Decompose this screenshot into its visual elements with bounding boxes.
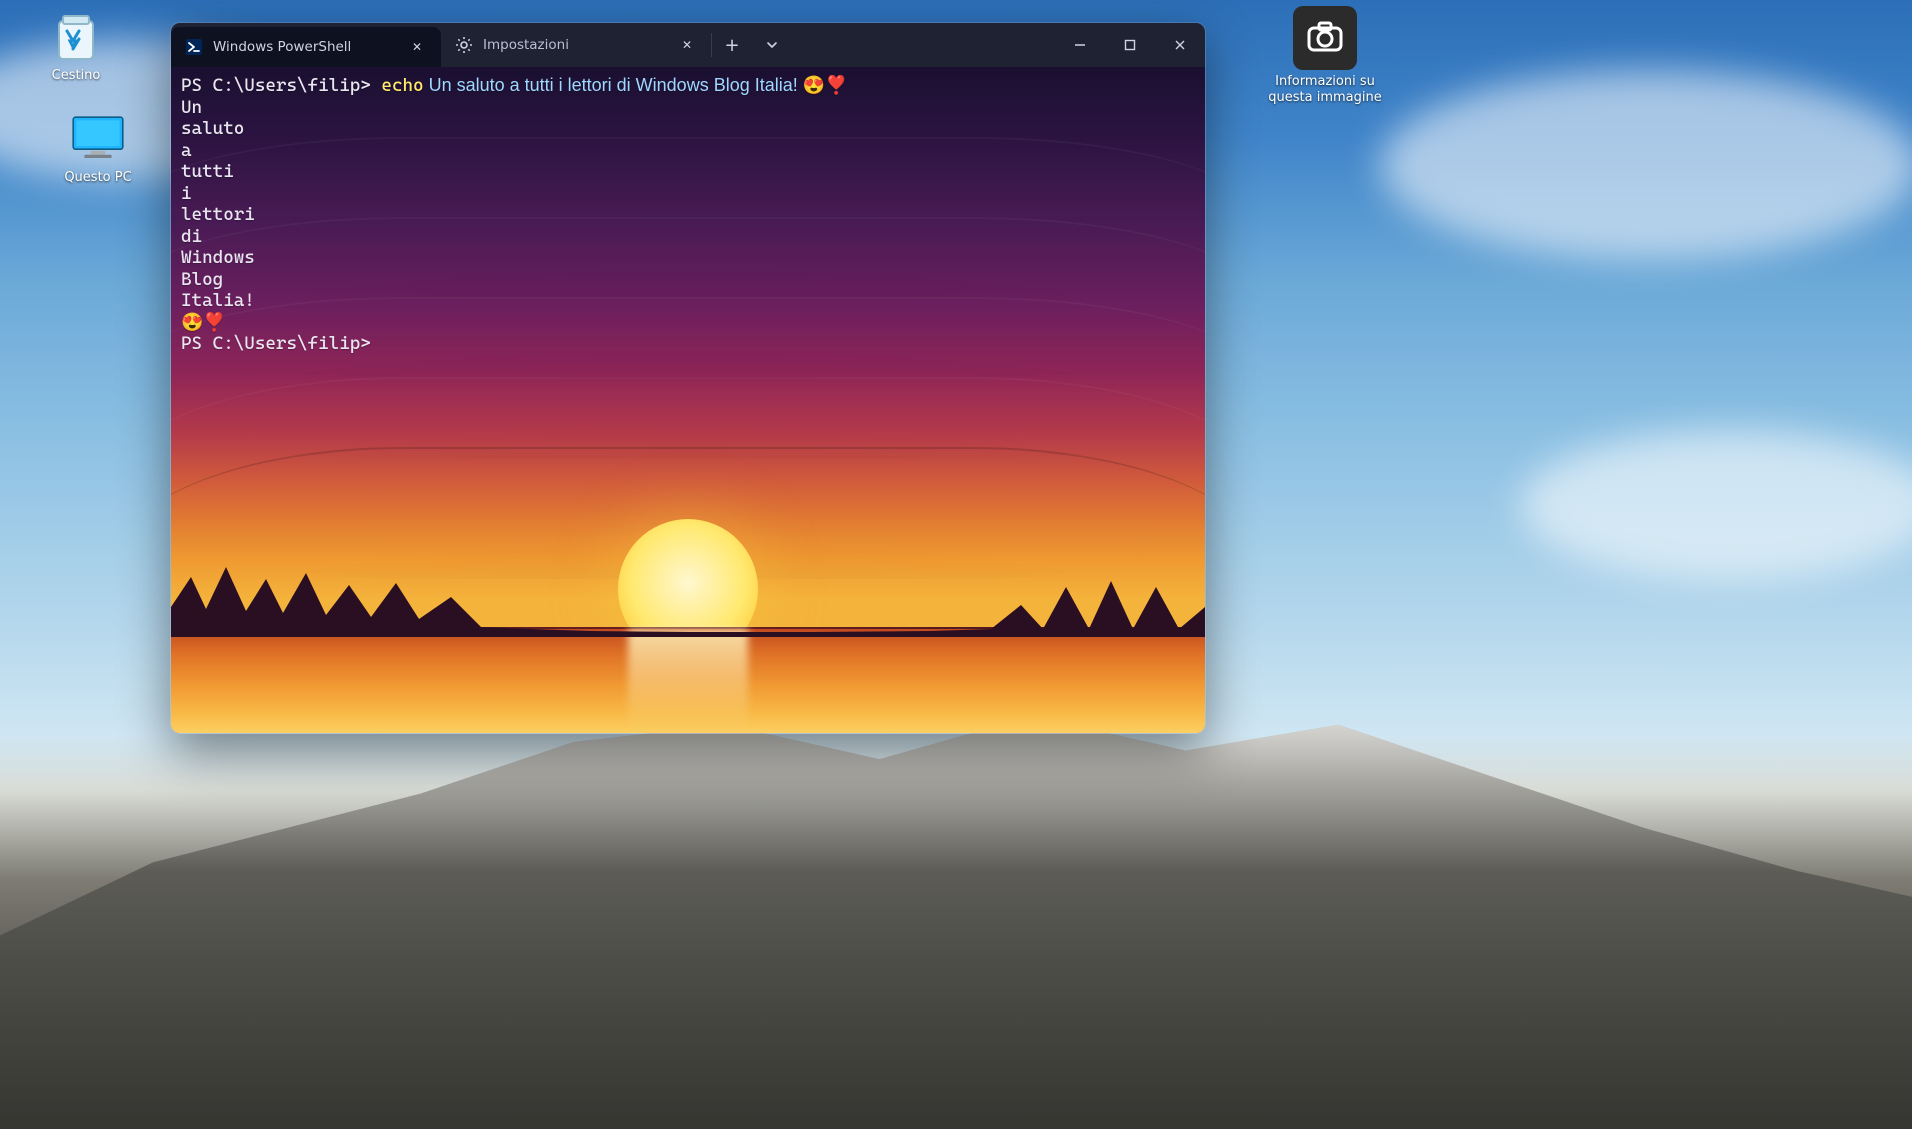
output-line: saluto	[181, 118, 244, 139]
wallpaper-cloud	[1380, 70, 1912, 260]
desktop-icon-this-pc[interactable]: Questo PC	[50, 110, 146, 186]
plus-icon	[724, 36, 739, 55]
monitor-icon	[70, 110, 126, 166]
desktop-icon-label: Cestino	[28, 68, 124, 84]
title-bar[interactable]: Windows PowerShell Impostazioni	[171, 23, 1205, 67]
output-line: Un	[181, 97, 202, 118]
windows-terminal-window: Windows PowerShell Impostazioni	[170, 22, 1206, 734]
gear-icon	[455, 36, 473, 54]
output-line: 😍❣️	[181, 312, 226, 332]
output-line: a	[181, 140, 192, 161]
output-line: di	[181, 226, 202, 247]
recycle-bin-icon	[48, 8, 104, 64]
output-line: tutti	[181, 161, 234, 182]
desktop: Cestino Questo PC Informazioni su questa…	[0, 0, 1912, 1129]
command-name: echo	[381, 75, 423, 96]
tab-label: Windows PowerShell	[213, 39, 393, 55]
desktop-icon-recycle-bin[interactable]: Cestino	[28, 8, 124, 84]
minimize-icon	[1074, 39, 1086, 51]
window-close-button[interactable]	[1155, 23, 1205, 67]
tab-label: Impostazioni	[483, 37, 663, 53]
new-tab-button[interactable]	[712, 23, 752, 67]
prompt: PS C:\Users\filip>	[181, 75, 381, 96]
output-line: lettori	[181, 204, 255, 225]
tab-dropdown-button[interactable]	[752, 23, 792, 67]
close-icon	[412, 39, 422, 55]
output-line: Blog	[181, 269, 223, 290]
chevron-down-icon	[766, 39, 778, 51]
terminal-pane[interactable]: PS C:\Users\filip> echo Un saluto a tutt…	[171, 67, 1205, 733]
close-icon	[682, 37, 692, 53]
desktop-icon-image-info[interactable]: Informazioni su questa immagine	[1255, 6, 1395, 107]
close-icon	[1174, 39, 1186, 51]
camera-icon	[1293, 6, 1357, 70]
window-maximize-button[interactable]	[1105, 23, 1155, 67]
wallpaper-cloud	[1520, 430, 1912, 580]
output-line: Italia!	[181, 290, 255, 311]
titlebar-drag-region[interactable]	[792, 23, 1055, 67]
terminal-output: PS C:\Users\filip> echo Un saluto a tutt…	[181, 75, 1195, 355]
tab-close-button[interactable]	[673, 31, 701, 59]
output-line: i	[181, 183, 192, 204]
tab-settings[interactable]: Impostazioni	[441, 23, 711, 67]
prompt: PS C:\Users\filip>	[181, 333, 371, 354]
desktop-icon-label: Questo PC	[50, 170, 146, 186]
tab-powershell[interactable]: Windows PowerShell	[171, 27, 441, 67]
desktop-icon-label: Informazioni su questa immagine	[1255, 74, 1395, 107]
maximize-icon	[1124, 39, 1136, 51]
powershell-icon	[185, 38, 203, 56]
command-args: Un saluto a tutti i lettori di Windows B…	[424, 75, 848, 95]
output-line: Windows	[181, 247, 255, 268]
tab-close-button[interactable]	[403, 33, 431, 61]
window-minimize-button[interactable]	[1055, 23, 1105, 67]
